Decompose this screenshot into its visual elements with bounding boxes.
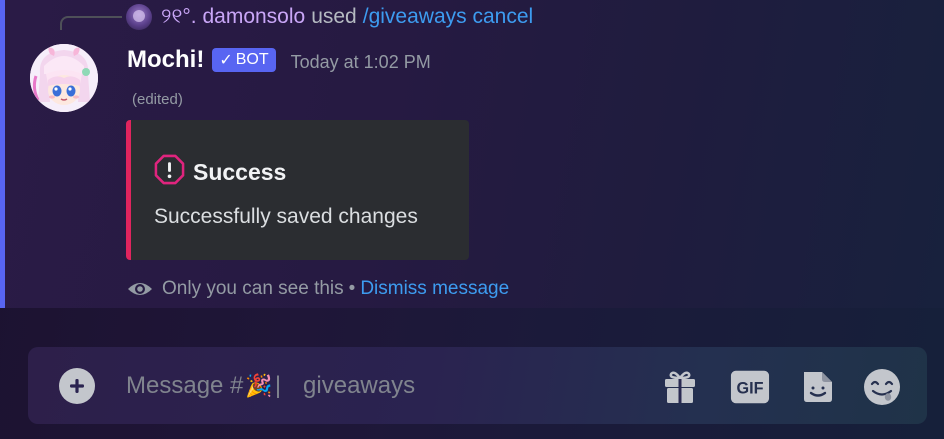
reply-used-text: used — [311, 5, 357, 28]
gif-icon-label: GIF — [737, 380, 764, 398]
message-area: ୨୧°. damonsolo used /giveaways cancel Mo… — [0, 0, 944, 308]
ephemeral-note: Only you can see this • Dismiss message — [127, 277, 509, 301]
reply-avatar[interactable] — [126, 4, 152, 30]
ephemeral-highlight-bar — [0, 0, 5, 308]
reply-context[interactable]: ୨୧°. damonsolo used /giveaways cancel — [126, 4, 533, 30]
bot-avatar[interactable] — [30, 44, 98, 112]
bot-tag-label: BOT — [235, 51, 269, 68]
message-input[interactable]: Message # 🎉 | giveaways — [126, 369, 415, 403]
reply-command[interactable]: /giveaways cancel — [363, 5, 533, 29]
gift-icon[interactable] — [660, 367, 700, 407]
channel-separator: | — [274, 372, 282, 399]
dismiss-message-link[interactable]: Dismiss message — [360, 278, 509, 300]
party-popper-icon: 🎉 — [245, 373, 273, 398]
plus-icon[interactable] — [59, 368, 95, 404]
eye-icon — [127, 280, 153, 298]
ephemeral-separator: • — [348, 278, 356, 299]
embed-description: Successfully saved changes — [154, 205, 418, 228]
anime-girl-avatar-icon — [30, 44, 98, 112]
ephemeral-text: Only you can see this — [162, 278, 344, 299]
embed-color-bar — [126, 120, 131, 260]
embed-title-text: Success — [193, 159, 287, 185]
message-header: Mochi! ✓ BOT Today at 1:02 PM — [127, 44, 431, 76]
reply-spine — [60, 16, 122, 30]
message-timestamp[interactable]: Today at 1:02 PM — [291, 52, 431, 73]
sticker-icon[interactable] — [797, 367, 837, 407]
message-composer: Message # 🎉 | giveaways GIF — [28, 347, 927, 424]
reply-username[interactable]: ୨୧°. damonsolo — [161, 5, 305, 29]
edited-label: (edited) — [132, 91, 183, 108]
input-channel-name: giveaways — [303, 372, 416, 399]
embed: Success Successfully saved changes — [126, 120, 469, 260]
bot-tag: ✓ BOT — [212, 48, 276, 72]
embed-title: Success — [154, 154, 286, 191]
emoji-icon[interactable] — [862, 367, 902, 407]
verified-check-icon: ✓ — [219, 52, 233, 69]
gif-icon[interactable]: GIF — [730, 367, 770, 407]
bot-username[interactable]: Mochi! — [127, 46, 204, 74]
input-placeholder-prefix: Message # — [126, 372, 244, 399]
alert-octagon-icon — [154, 154, 185, 191]
